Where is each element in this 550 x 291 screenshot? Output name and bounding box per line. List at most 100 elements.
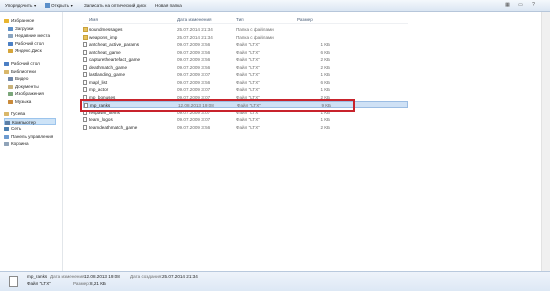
nav-item[interactable]: Библиотеки <box>4 68 36 75</box>
nav-item-label: Библиотеки <box>11 69 36 74</box>
nav-item[interactable]: Изображения <box>8 90 44 97</box>
nav-item[interactable]: Яндекс.Диск <box>8 47 42 54</box>
file-date: 25.07.2014 21:34 <box>177 34 213 40</box>
vertical-scrollbar[interactable] <box>541 12 550 271</box>
file-type: Файл "LTX" <box>236 124 260 130</box>
nav-item-label: Видео <box>15 76 29 81</box>
file-date: 09.07.2009 3:56 <box>177 124 211 130</box>
file-date: 09.07.2009 3:07 <box>177 72 211 77</box>
details-file-name: mp_ranks <box>27 274 48 279</box>
chevron-down-icon: ▼ <box>33 4 37 8</box>
file-name: antcheat_active_params <box>89 42 140 47</box>
file-row[interactable]: deathmatch_game 09.07.2009 3:56 Файл "LTX"… <box>83 64 408 71</box>
file-icon <box>83 117 87 122</box>
file-row[interactable]: capturetheartefact_game 09.07.2009 3:56 Фа… <box>83 56 408 63</box>
file-icon <box>83 57 87 62</box>
column-header-name[interactable]: Имя <box>89 16 98 23</box>
chevron-down-icon: ▼ <box>70 4 74 8</box>
file-type: Файл "LTX" <box>236 42 260 47</box>
file-row[interactable]: mapl_list 09.07.2009 3:56 Файл "LTX" 6 КБ <box>83 79 408 86</box>
column-header-type[interactable]: Тип <box>236 16 244 23</box>
file-size: 1 КБ <box>320 42 330 47</box>
file-size: 2 КБ <box>320 57 330 62</box>
organize-label: Упорядочить <box>5 3 33 8</box>
header-divider <box>83 23 408 24</box>
nav-item[interactable]: Рабочий стол <box>4 60 40 67</box>
nav-item[interactable]: Корзина <box>4 140 29 147</box>
nav-item[interactable]: Загрузки <box>8 25 34 32</box>
user-folder-icon <box>4 111 9 116</box>
file-name: lastlanding_game <box>89 72 126 77</box>
file-name: teamdeathmatch_game <box>89 124 138 130</box>
pictures-icon <box>8 91 13 96</box>
nav-item-label: Гусева <box>11 111 26 116</box>
burn-disc-button[interactable]: Записать на оптический диск <box>84 3 146 9</box>
nav-item[interactable]: Документы <box>8 83 39 90</box>
file-row[interactable]: lastlanding_game 09.07.2009 3:07 Файл "LTX… <box>83 71 408 78</box>
file-size: 1 КБ <box>320 117 330 122</box>
view-icon: ▦ <box>505 2 510 8</box>
nav-item-label: Загрузки <box>15 26 34 31</box>
nav-item-label: Рабочий стол <box>11 61 40 66</box>
nav-item-label: Сеть <box>11 126 22 131</box>
open-button[interactable]: Открыть▼ <box>45 3 74 9</box>
file-list: Имя Дата изменения Тип Размер soundmessa… <box>63 12 541 271</box>
file-row[interactable]: soundmessages 25.07.2014 21:34 Папка с фай… <box>83 26 408 33</box>
file-row[interactable]: teamdeathmatch_game 09.07.2009 3:56 Файл "… <box>83 124 408 131</box>
file-name: weapons_imp <box>89 34 118 40</box>
new-folder-button[interactable]: Новая папка <box>155 3 182 9</box>
help-icon: ? <box>532 2 535 8</box>
file-row[interactable]: antcheat_game 09.07.2009 3:56 Файл "LTX" 6 … <box>83 49 408 56</box>
file-icon <box>83 42 87 47</box>
file-icon <box>83 49 87 55</box>
column-header-size[interactable]: Размер <box>297 16 313 23</box>
file-type: Файл "LTX" <box>236 72 260 77</box>
nav-item[interactable]: Избранное <box>4 17 34 24</box>
desktop-icon <box>4 61 9 66</box>
file-name: mp_actor <box>89 87 109 92</box>
nav-item-label: Рабочий стол <box>15 41 44 46</box>
details-created-value: 25.07.2014 21:34 <box>162 274 198 279</box>
details-created-label: Дата создания: <box>130 274 163 279</box>
file-date: 09.07.2009 3:56 <box>177 42 211 47</box>
file-type: Файл "LTX" <box>236 79 260 85</box>
yandex-disk-icon <box>8 48 13 53</box>
nav-item[interactable]: Музыка <box>8 98 31 105</box>
help-button[interactable]: ? <box>529 2 538 9</box>
file-row[interactable]: weapons_imp 25.07.2014 21:34 Папка с файла… <box>83 34 408 41</box>
file-row[interactable]: antcheat_active_params 09.07.2009 3:56 Фай… <box>83 41 408 48</box>
nav-item[interactable]: Рабочий стол <box>8 40 44 47</box>
file-type: Папка с файлами <box>236 34 274 40</box>
file-icon <box>83 124 87 130</box>
file-row[interactable]: team_logos 09.07.2009 3:07 Файл "LTX" 1 КБ <box>83 116 408 123</box>
nav-item-label: Документы <box>15 84 39 89</box>
details-file-type: Файл "LTX" <box>27 281 51 286</box>
organize-menu-button[interactable]: Упорядочить▼ <box>5 3 37 9</box>
nav-item-label: Недавние места <box>15 33 50 38</box>
change-view-button[interactable]: ▦ <box>503 2 512 9</box>
nav-item[interactable]: Гусева <box>4 110 25 117</box>
documents-icon <box>8 84 13 89</box>
open-label: Открыть <box>51 3 70 8</box>
column-header-date[interactable]: Дата изменения <box>177 16 212 23</box>
file-name: team_logos <box>89 117 113 122</box>
nav-item[interactable]: Видео <box>8 75 28 82</box>
recycle-bin-icon <box>4 141 9 146</box>
music-icon <box>8 99 13 104</box>
control-panel-icon <box>4 134 9 139</box>
file-icon <box>83 64 87 70</box>
file-date: 09.07.2009 3:56 <box>177 57 211 62</box>
file-name: mapl_list <box>89 79 108 85</box>
file-size: 2 КБ <box>320 124 330 130</box>
file-date: 09.07.2009 3:56 <box>177 64 211 70</box>
preview-pane-button[interactable]: ▭ <box>516 2 525 9</box>
nav-item[interactable]: Недавние места <box>8 32 50 39</box>
file-type: Файл "LTX" <box>236 49 260 55</box>
nav-item-label: Корзина <box>11 141 29 146</box>
downloads-folder-icon <box>8 26 13 31</box>
desktop-icon <box>8 41 13 46</box>
file-row[interactable]: mp_actor 09.07.2009 3:07 Файл "LTX" 1 КБ <box>83 86 408 93</box>
nav-item[interactable]: Компьютер <box>4 118 56 125</box>
nav-item[interactable]: Сеть <box>4 125 21 132</box>
nav-item[interactable]: Панель управления <box>4 133 53 140</box>
